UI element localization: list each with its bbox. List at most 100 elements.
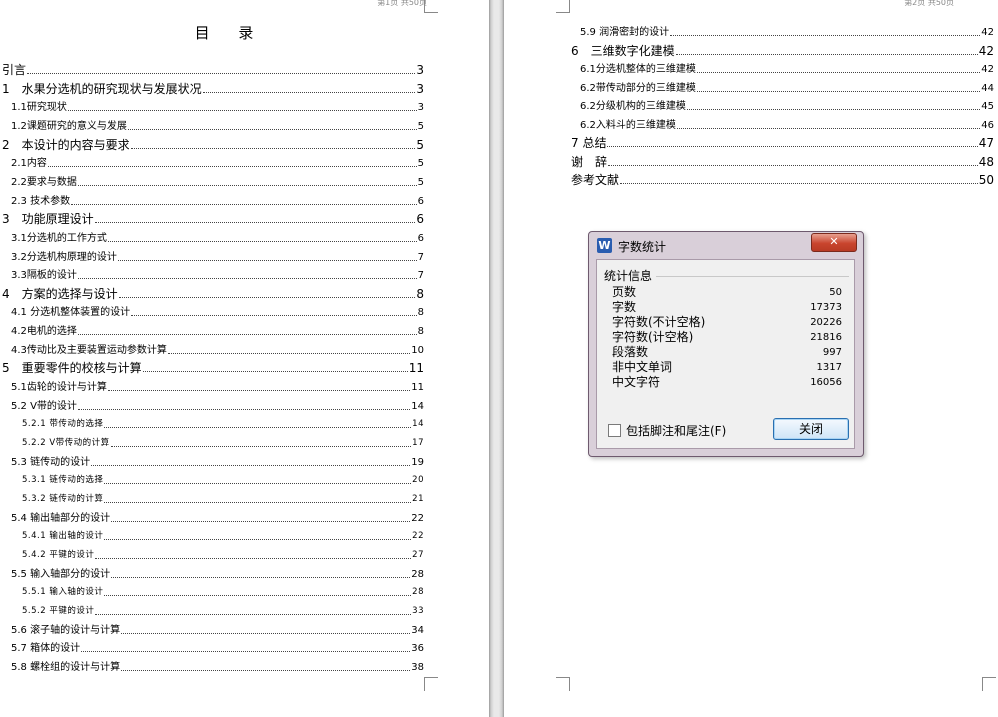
toc-entry[interactable]: 1.1研究现状 3 [11, 101, 424, 114]
toc-leader-dots [94, 222, 416, 224]
statistic-label: 字数 [612, 300, 637, 314]
toc-title: 目 录 [194, 24, 266, 42]
toc-entry[interactable]: 5.9 润滑密封的设计 42 [580, 26, 994, 39]
close-button[interactable]: ✕ [811, 233, 857, 252]
close-dialog-button[interactable]: 关闭 [773, 418, 849, 440]
statistics-group-label: 统计信息 [604, 269, 653, 283]
statistic-label: 段落数 [612, 345, 649, 359]
statistic-value: 1317 [816, 362, 842, 373]
toc-leader-dots [131, 315, 417, 317]
toc-leader-dots [91, 464, 411, 466]
toc-entry[interactable]: 参考文献 50 [571, 174, 994, 187]
toc-entry[interactable]: 6 三维数字化建模 42 [571, 44, 994, 58]
toc-entry[interactable]: 4.1 分选机整体装置的设计 8 [11, 306, 424, 319]
toc-entry[interactable]: 5.5 输入轴部分的设计 28 [11, 568, 424, 581]
toc-entry[interactable]: 4 方案的选择与设计 8 [2, 286, 424, 301]
toc-entry[interactable]: 7 总结 47 [571, 137, 994, 150]
toc-entry[interactable]: 5.7 箱体的设计 36 [11, 642, 424, 655]
toc-entry-page: 5 [417, 158, 424, 170]
toc-entry-label: 3.1分选机的工作方式 [11, 232, 107, 244]
toc-entry-page: 8 [416, 286, 424, 301]
toc-leader-dots [27, 73, 416, 74]
include-footnotes-checkbox[interactable] [608, 423, 621, 437]
toc-entry[interactable]: 3.1分选机的工作方式 6 [11, 232, 424, 245]
toc-entry-label: 6.2带传动部分的三维建模 [580, 82, 696, 94]
statistic-row: 非中文单词 1317 [612, 360, 842, 375]
word-count-dialog: W 字数统计 ✕ 统计信息 页数 50 字数 17373 字符数(不计空格) 20226 字… [588, 231, 864, 457]
toc-entry-label: 3 功能原理设计 [2, 212, 94, 227]
toc-entry[interactable]: 5.1齿轮的设计与计算 11 [11, 381, 424, 394]
toc-entry[interactable]: 5.5.1 输入轴的设计 28 [22, 586, 424, 599]
toc-entry[interactable]: 5.4.2 平键的设计 27 [22, 549, 424, 562]
statistic-label: 字符数(不计空格) [612, 315, 706, 329]
toc-entry[interactable]: 1.2课题研究的意义与发展 5 [11, 120, 424, 133]
toc-entry[interactable]: 5.3.1 链传动的选择 20 [22, 474, 424, 487]
toc-entry-page: 5 [417, 176, 424, 188]
toc-entry[interactable]: 5.4.1 输出轴的设计 22 [22, 530, 424, 543]
toc-entry-page: 3 [416, 81, 424, 96]
toc-entry[interactable]: 4.3传动比及主要装置运动参数计算 10 [11, 344, 424, 357]
toc-entry[interactable]: 5.3.2 链传动的计算 21 [22, 493, 424, 506]
toc-leader-dots [104, 483, 412, 485]
toc-leader-dots [104, 539, 412, 541]
toc-entry[interactable]: 2.1内容 5 [11, 157, 424, 170]
toc-entry-label: 4.2电机的选择 [11, 326, 77, 338]
toc-entry[interactable]: 6.2带传动部分的三维建模 44 [580, 82, 994, 95]
statistic-row: 字数 17373 [612, 300, 842, 315]
dialog-titlebar[interactable]: W 字数统计 ✕ [589, 232, 863, 258]
toc-leader-dots [110, 446, 412, 447]
toc-entry-label: 5.2.1 带传动的选择 [22, 419, 104, 430]
toc-entry[interactable]: 5.8 螺栓组的设计与计算 38 [11, 661, 424, 674]
toc-entry[interactable]: 2 本设计的内容与要求 5 [2, 138, 424, 152]
toc-entry-label: 谢 辞 [571, 154, 608, 169]
toc-entry-label: 2.3 技术参数 [11, 195, 71, 207]
toc-entry[interactable]: 5.4 输出轴部分的设计 22 [11, 512, 424, 525]
toc-entry[interactable]: 5.2.1 带传动的选择 14 [22, 418, 424, 431]
toc-entry[interactable]: 3.2分选机构原理的设计 7 [11, 251, 424, 264]
toc-leader-dots [127, 128, 417, 130]
toc-entry[interactable]: 4.2电机的选择 8 [11, 325, 424, 338]
toc-entry-page: 19 [411, 456, 424, 468]
statistic-row: 页数 50 [612, 285, 842, 300]
wps-writer-icon: W [597, 238, 612, 253]
toc-entry[interactable]: 5.2.2 V带传动的计算 17 [22, 437, 424, 450]
toc-entry-label: 5.2 V带的设计 [11, 400, 77, 412]
toc-entry-page: 34 [411, 624, 424, 636]
toc-entry-page: 38 [411, 661, 424, 673]
toc-entry-page: 20 [412, 475, 424, 486]
crop-mark [982, 677, 996, 691]
toc-entry-label: 5.5.2 平键的设计 [22, 605, 95, 616]
toc-entry[interactable]: 2.3 技术参数 6 [11, 195, 424, 208]
toc-entry[interactable]: 1 水果分选机的研究现状与发展状况 3 [2, 81, 424, 96]
group-divider [656, 276, 849, 277]
toc-leader-dots [620, 183, 978, 184]
toc-entry[interactable]: 5 重要零件的校核与计算 11 [2, 362, 424, 375]
toc-entry[interactable]: 5.6 滚子轴的设计与计算 34 [11, 624, 424, 637]
toc-entry-label: 1.2课题研究的意义与发展 [11, 120, 127, 132]
toc-entry-page: 6 [417, 195, 424, 207]
toc-entry[interactable]: 6.2入料斗的三维建模 46 [580, 119, 994, 132]
statistic-value: 997 [822, 347, 842, 358]
toc-entry-page: 42 [981, 27, 994, 38]
toc-entry[interactable]: 引言 3 [2, 64, 424, 77]
toc-entry-page: 11 [408, 361, 424, 376]
statistic-value: 17373 [810, 302, 842, 313]
toc-entry[interactable]: 5.2 V带的设计 14 [11, 400, 424, 413]
toc-entry[interactable]: 6.2分级机构的三维建模 45 [580, 100, 994, 113]
statistic-value: 50 [829, 287, 842, 298]
toc-entry-page: 14 [412, 419, 424, 430]
toc-entry[interactable]: 谢 辞 48 [571, 154, 994, 169]
include-footnotes-label[interactable]: 包括脚注和尾注(F) [626, 422, 726, 439]
toc-entry[interactable]: 3 功能原理设计 6 [2, 213, 424, 226]
toc-entry-page: 17 [412, 438, 424, 448]
statistic-label: 页数 [612, 285, 637, 299]
toc-entry[interactable]: 3.3隔板的设计 7 [11, 269, 424, 282]
toc-leader-dots [607, 146, 978, 147]
toc-entry[interactable]: 2.2要求与数据 5 [11, 176, 424, 189]
toc-entry[interactable]: 5.3 链传动的设计 19 [11, 456, 424, 469]
include-footnotes-option[interactable]: 包括脚注和尾注(F) [608, 422, 726, 438]
toc-leader-dots [670, 35, 981, 36]
toc-entry[interactable]: 5.5.2 平键的设计 33 [22, 605, 424, 618]
toc-entry[interactable]: 6.1分选机整体的三维建模 42 [580, 63, 994, 76]
toc-leader-dots [696, 90, 981, 92]
